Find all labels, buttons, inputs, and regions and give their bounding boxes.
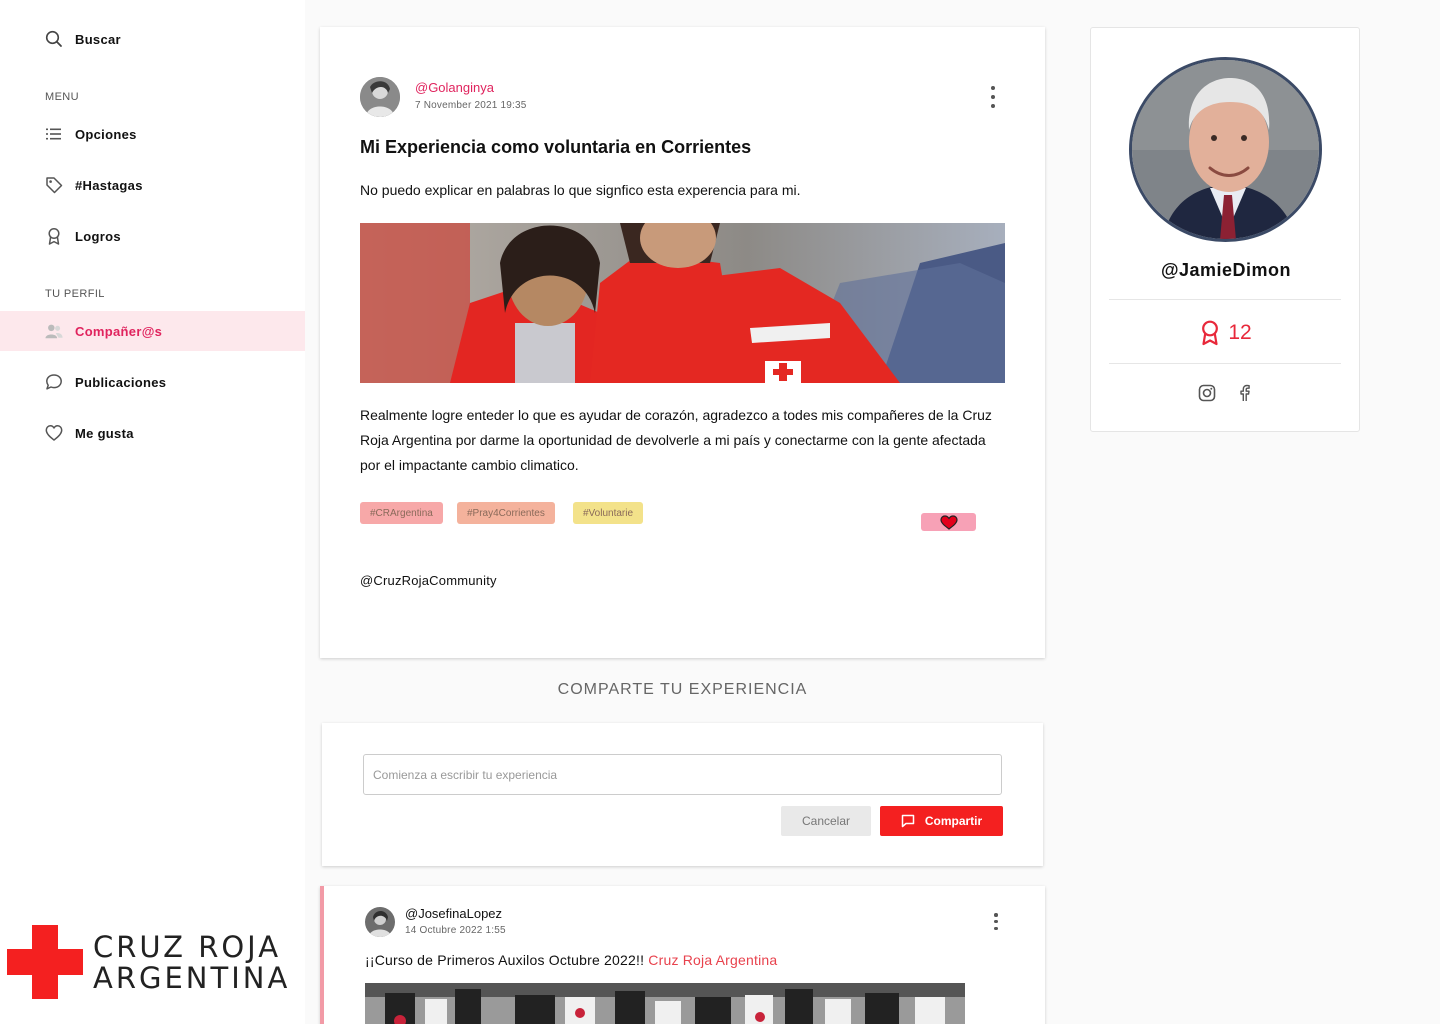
chat-bubble-icon [45, 373, 63, 391]
social-links [1091, 384, 1361, 402]
sidebar-item-label: Opciones [75, 126, 137, 142]
author-handle[interactable]: @JosefinaLopez [405, 906, 502, 921]
instagram-icon[interactable] [1198, 384, 1216, 402]
tag-cr-argentina[interactable]: #CRArgentina [360, 502, 443, 524]
sidebar-item-companeros[interactable]: Compañer@s [0, 311, 305, 351]
post-date: 7 November 2021 19:35 [415, 100, 527, 111]
sidebar-item-label: #Hastagas [75, 177, 143, 193]
share-button[interactable]: Compartir [880, 806, 1003, 836]
divider [1109, 363, 1341, 364]
list-icon [45, 125, 63, 143]
post-date: 14 Octubre 2022 1:55 [405, 925, 506, 936]
achievements-count[interactable]: 12 [1091, 320, 1361, 346]
author-handle[interactable]: @Golanginya [415, 80, 494, 95]
profile-photo[interactable] [1129, 57, 1322, 242]
comment-icon [901, 814, 915, 828]
users-icon [45, 322, 63, 340]
more-options-icon[interactable] [985, 86, 1001, 108]
sidebar-item-publicaciones[interactable]: Publicaciones [0, 362, 305, 402]
post-card-2: @JosefinaLopez 14 Octubre 2022 1:55 ¡¡Cu… [320, 886, 1045, 1024]
community-handle[interactable]: @CruzRojaCommunity [360, 573, 497, 588]
post-card: @Golanginya 7 November 2021 19:35 Mi Exp… [320, 27, 1045, 658]
post-image [360, 223, 1005, 383]
sidebar-item-hashtags[interactable]: #Hastagas [0, 165, 305, 205]
search-icon [45, 30, 63, 48]
logo-line-1: CRUZ ROJA [93, 930, 282, 964]
compose-card: Cancelar Compartir [322, 723, 1043, 866]
share-heading: COMPARTE TU EXPERIENCIA [557, 681, 808, 698]
profile-card: @JamieDimon 12 [1090, 27, 1360, 432]
more-options-icon[interactable] [988, 913, 1004, 930]
tag-voluntarie[interactable]: #Voluntarie [573, 502, 644, 524]
search-button[interactable]: Buscar [0, 19, 305, 59]
cruz-roja-logo: CRUZ ROJA ARGENTINA [7, 925, 287, 999]
sidebar-item-label: Compañer@s [75, 323, 163, 339]
logo-line-2: ARGENTINA [93, 961, 291, 995]
facebook-icon[interactable] [1236, 384, 1254, 402]
post-body: Realmente logre enteder lo que es ayudar… [360, 407, 992, 473]
share-button-label: Compartir [924, 814, 983, 828]
sidebar-item-me-gusta[interactable]: Me gusta [0, 413, 305, 453]
post-title: Mi Experiencia como voluntaria en Corrie… [360, 137, 752, 157]
post-lead: No puedo explicar en palabras lo que sig… [360, 182, 801, 198]
sidebar-item-label: Me gusta [75, 425, 134, 441]
like-button[interactable] [921, 513, 976, 531]
sidebar-item-label: Logros [75, 228, 121, 244]
search-label: Buscar [75, 31, 121, 47]
sidebar: Buscar MENU Opciones #Hastagas Logros TU… [0, 0, 305, 1024]
author-avatar[interactable] [360, 77, 400, 117]
profile-handle: @JamieDimon [1160, 260, 1292, 280]
experience-input[interactable] [363, 754, 1002, 795]
cancel-button[interactable]: Cancelar [781, 806, 871, 836]
heart-icon [45, 424, 63, 442]
sidebar-item-logros[interactable]: Logros [0, 216, 305, 256]
sidebar-item-opciones[interactable]: Opciones [0, 114, 305, 154]
red-cross-icon [7, 925, 83, 999]
tag-icon [45, 176, 63, 194]
achievements-value: 12 [1228, 321, 1252, 344]
logo-text: CRUZ ROJA ARGENTINA [93, 932, 290, 994]
post-image [365, 983, 965, 1024]
award-icon [1200, 320, 1220, 346]
profile-section-title: TU PERFIL [45, 288, 105, 300]
author-avatar[interactable] [365, 907, 395, 937]
org-link[interactable]: Cruz Roja Argentina [648, 952, 777, 968]
heart-filled-icon [939, 514, 958, 530]
post-text-content: ¡¡Curso de Primeros Auxilos Octubre 2022… [365, 952, 645, 968]
post-text: ¡¡Curso de Primeros Auxilos Octubre 2022… [365, 952, 777, 968]
tag-pray4corrientes[interactable]: #Pray4Corrientes [457, 502, 555, 524]
sidebar-item-label: Publicaciones [75, 374, 167, 390]
divider [1109, 299, 1341, 300]
award-icon [45, 227, 63, 245]
menu-section-title: MENU [45, 91, 79, 103]
